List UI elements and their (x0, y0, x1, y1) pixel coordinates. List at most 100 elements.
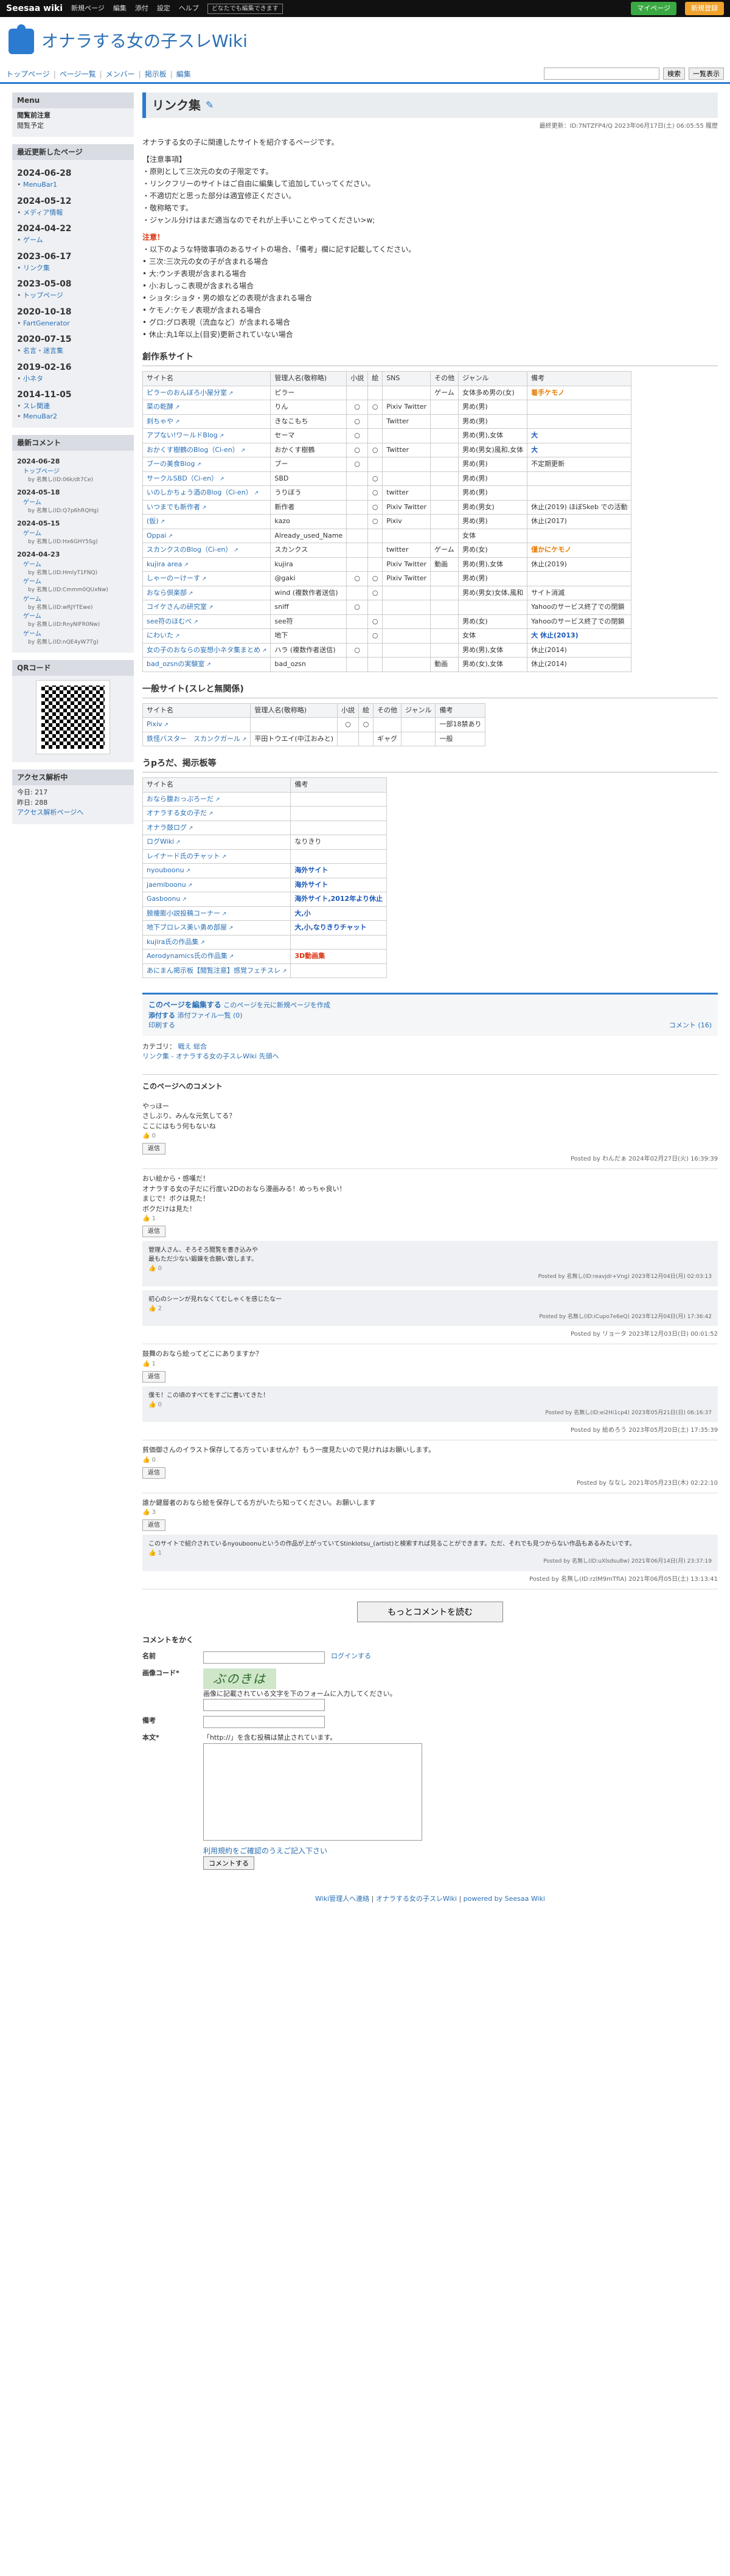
captcha-field[interactable] (203, 1699, 325, 1711)
list-button[interactable]: 一覧表示 (689, 68, 724, 80)
comment-page-link[interactable]: ゲーム (17, 630, 129, 639)
note-field[interactable] (203, 1716, 325, 1728)
menu-attach[interactable]: 添付 (135, 4, 148, 14)
site-link[interactable]: おかくす樹鶴のBlog（Ci-en） (147, 446, 245, 454)
recent-page-link[interactable]: 名言・迷言集 (17, 346, 129, 356)
site-link[interactable]: コイケさんの研究室 (147, 603, 213, 611)
my-page-button[interactable]: マイページ (631, 1, 676, 16)
comment-page-link[interactable]: ゲーム (17, 529, 129, 538)
signup-button[interactable]: 新規登録 (685, 1, 724, 16)
site-link[interactable]: いのしかちょう酒のBlog（Ci-en） (147, 488, 259, 496)
recent-page-link[interactable]: トップページ (17, 291, 129, 301)
like-count[interactable]: 👍 0 (148, 1264, 712, 1273)
site-link[interactable]: オナラ鼓ログ (147, 824, 193, 831)
site-link[interactable]: Pixiv (147, 720, 169, 728)
print-link[interactable]: 印刷する (148, 1021, 175, 1031)
site-link[interactable]: nyouboonu (147, 866, 190, 874)
submit-comment-button[interactable]: コメントする (203, 1856, 254, 1870)
site-link[interactable]: (仮) (147, 517, 165, 525)
like-count[interactable]: 👍 3 (142, 1508, 718, 1517)
reply-button[interactable]: 返信 (142, 1226, 165, 1237)
reply-button[interactable]: 返信 (142, 1370, 165, 1383)
recent-page-link[interactable]: スレ関連 (17, 401, 129, 412)
more-comments-button[interactable]: もっとコメントを読む (357, 1601, 503, 1622)
pencil-icon[interactable]: ✎ (206, 98, 214, 113)
site-link[interactable]: レイナード氏のチャット (147, 852, 226, 860)
menu-settings[interactable]: 設定 (157, 4, 170, 14)
site-link[interactable]: ピラーのおんぼろ小屋分室 (147, 389, 233, 397)
site-link[interactable]: 菜の乾酵 (147, 403, 179, 411)
recent-page-link[interactable]: 小ネタ (17, 374, 129, 384)
menu-new-page[interactable]: 新規ページ (71, 4, 105, 14)
comment-page-link[interactable]: ゲーム (17, 577, 129, 586)
recent-page-link[interactable]: FartGenerator (17, 319, 129, 329)
nav-members[interactable]: メンバー (106, 69, 135, 80)
menu-item-caution[interactable]: 閲覧前注意 (17, 111, 129, 121)
like-count[interactable]: 👍 2 (148, 1304, 712, 1313)
footer-contact-link[interactable]: Wiki管理人へ連絡 (315, 1895, 369, 1903)
site-link[interactable]: アプない!ワールドBlog (147, 431, 224, 439)
site-link[interactable]: おなら腹おっぷろーだ (147, 795, 220, 803)
access-link[interactable]: アクセス解析ページへ (17, 808, 83, 816)
site-link[interactable]: jaemiboonu (147, 881, 192, 889)
site-link[interactable]: Gasboonu (147, 895, 187, 903)
search-input[interactable] (544, 68, 659, 80)
site-link[interactable]: 地下ブロレス美い勇め部屋 (147, 923, 233, 931)
reply-button[interactable]: 返信 (142, 1519, 165, 1531)
search-button[interactable]: 検索 (663, 68, 685, 80)
puzzle-logo-icon[interactable] (9, 24, 34, 54)
footer-powered-link[interactable]: powered by Seesaa Wiki (464, 1895, 545, 1903)
body-textarea[interactable] (203, 1743, 422, 1841)
site-link[interactable]: あにまん掲示板【閲覧注意】感覚フェチスレ (147, 967, 287, 974)
like-count[interactable]: 👍 1 (142, 1214, 718, 1223)
category-item[interactable]: 戦え (178, 1043, 192, 1050)
menu-item-plan[interactable]: 閲覧予定 (17, 121, 129, 131)
like-count[interactable]: 👍 1 (142, 1359, 718, 1369)
attach-link[interactable]: 添付する (148, 1012, 175, 1019)
site-link[interactable]: bad_ozsnの実験室 (147, 660, 211, 668)
nav-board[interactable]: 掲示板 (145, 69, 167, 80)
site-title[interactable]: オナラする女の子スレWiki (41, 29, 248, 54)
site-link[interactable]: see符のほむべ (147, 617, 198, 625)
site-link[interactable]: オナラする女の子だ (147, 809, 213, 817)
breadcrumb[interactable]: リンク集 - オナラする女の子スレWiki 先頭へ (142, 1052, 718, 1062)
like-count[interactable]: 👍 0 (142, 1456, 718, 1465)
site-link[interactable]: 女の子のおならの妄想小ネタ集まとめ (147, 646, 266, 654)
attach-list-link[interactable]: 添付ファイル一覧 (0) (178, 1012, 243, 1019)
comment-page-link[interactable]: ゲーム (17, 560, 129, 569)
site-link[interactable]: サークルSBD（Ci-en） (147, 474, 224, 482)
login-link[interactable]: ログインする (331, 1651, 371, 1662)
site-link[interactable]: Aerodynamics氏の作品集 (147, 952, 234, 960)
like-count[interactable]: 👍 1 (148, 1549, 712, 1558)
site-link[interactable]: kujira氏の作品集 (147, 938, 205, 946)
site-link[interactable]: スカンクスのBlog（Ci-en） (147, 546, 238, 554)
recent-page-link[interactable]: メディア情報 (17, 208, 129, 218)
comment-page-link[interactable]: ゲーム (17, 612, 129, 621)
like-count[interactable]: 👍 0 (142, 1131, 718, 1140)
recent-page-link[interactable]: MenuBar1 (17, 180, 129, 190)
site-link[interactable]: しゃーのーけーす (147, 574, 206, 582)
like-count[interactable]: 👍 0 (148, 1400, 712, 1409)
footer-site-link[interactable]: オナラする女の子スレWiki (376, 1895, 457, 1903)
site-link[interactable]: おなら倶楽部 (147, 589, 193, 597)
site-link[interactable]: いつまでも新作者 (147, 503, 206, 511)
terms-link[interactable]: 利用規約をご確認のうえご記入下さい (203, 1845, 718, 1856)
recent-page-link[interactable]: ゲーム (17, 235, 129, 246)
reply-button[interactable]: 返信 (142, 1467, 165, 1479)
site-link[interactable]: kujira area (147, 560, 189, 568)
comment-page-link[interactable]: トップページ (17, 467, 129, 476)
comment-page-link[interactable]: ゲーム (17, 595, 129, 604)
site-link[interactable]: ブーの美食Blog (147, 460, 201, 468)
site-link[interactable]: 刹ちゃや (147, 417, 179, 425)
edit-page-link[interactable]: このページを編集する (148, 1001, 221, 1009)
menu-edit[interactable]: 編集 (113, 4, 127, 14)
seesaa-logo[interactable]: Seesaa wiki (6, 2, 63, 15)
menu-help[interactable]: ヘルプ (179, 4, 199, 14)
site-link[interactable]: ログWiki (147, 838, 181, 845)
site-link[interactable]: Oppai (147, 532, 173, 540)
nav-edit[interactable]: 編集 (176, 69, 191, 80)
name-field[interactable] (203, 1651, 325, 1664)
site-link[interactable]: 膀痩膨小説投稿コーナー (147, 909, 226, 917)
new-from-page-link[interactable]: このページを元に新規ページを作成 (223, 1001, 330, 1009)
recent-page-link[interactable]: MenuBar2 (17, 412, 129, 422)
